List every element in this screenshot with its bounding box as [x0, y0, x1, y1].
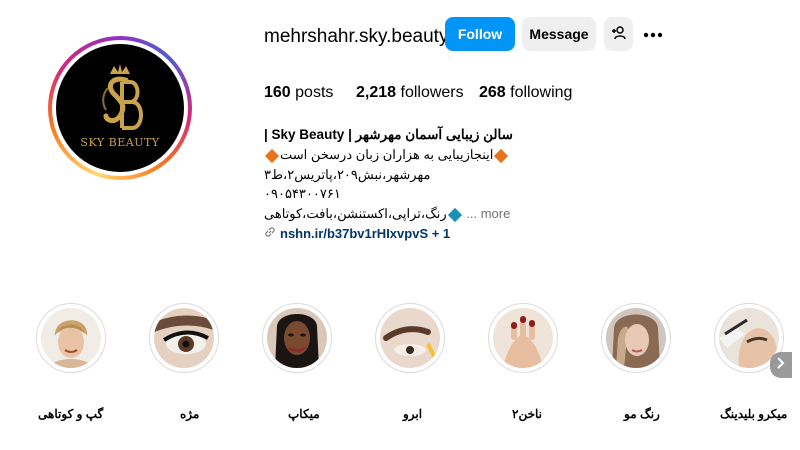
profile-full-name: سالن زیبایی آسمان مهرشهر | Sky Beauty | [264, 127, 513, 142]
highlight-label: ناخن۲ [512, 407, 543, 421]
chevron-right-icon [777, 356, 785, 374]
add-user-icon [611, 25, 627, 44]
following-count: 268 [479, 84, 506, 101]
highlight-cover-image [41, 308, 101, 368]
highlights-next-button[interactable] [770, 352, 792, 378]
highlight-makeup[interactable] [262, 303, 336, 373]
bio-line-1: اینجازیبایی به هزاران زبان درسخن است [264, 147, 509, 163]
bio-line-1-text: اینجازیبایی به هزاران زبان درسخن است [280, 147, 494, 162]
sky-beauty-logo [102, 64, 143, 130]
bio-line-4-text: رنگ،تراپی،اکستنشن،بافت،کوتاهی [264, 206, 447, 221]
profile-avatar-ring[interactable]: SKY BEAUTY [48, 36, 192, 180]
logo-text: SKY BEAUTY [80, 136, 160, 149]
orange-diamond-icon [494, 148, 509, 163]
highlight-brows[interactable] [375, 303, 449, 373]
bio-line-3: ۰۹۰۵۴۳۰۰۷۶۱ [264, 186, 341, 201]
highlight-ring [601, 303, 671, 373]
highlight-label: مژه [180, 407, 200, 421]
bio-line-4: رنگ،تراپی،اکستنشن،بافت،کوتاهی ... more [264, 206, 510, 222]
highlight-ring [375, 303, 445, 373]
highlight-ring [36, 303, 106, 373]
highlight-hair-color[interactable] [601, 303, 675, 373]
followers-count: 2,218 [356, 84, 397, 101]
bio-external-link[interactable]: nshn.ir/b37bv1rHIxvpvS + 1 [264, 226, 450, 241]
highlight-cover-image [606, 308, 666, 368]
orange-diamond-icon [264, 148, 280, 163]
highlight-label: میکرو بلیدینگ [720, 407, 788, 421]
highlight-label: گپ و کوتاهی [38, 407, 104, 421]
suggest-users-button[interactable] [604, 17, 633, 51]
highlight-cover-image [380, 308, 440, 368]
highlight-wig-haircut[interactable] [36, 303, 110, 373]
highlight-ring [488, 303, 558, 373]
highlight-ring [262, 303, 332, 373]
highlight-cover-image [493, 308, 553, 368]
following-stat[interactable]: 268 following [479, 84, 572, 102]
posts-count: 160 [264, 84, 291, 101]
follow-button[interactable]: Follow [445, 17, 515, 51]
highlight-label: ابرو [403, 407, 423, 421]
bio-line-2: مهرشهر،نبش۲۰۹،پاتریس۲،ط۳ [264, 167, 431, 182]
profile-avatar[interactable]: SKY BEAUTY [56, 44, 184, 172]
profile-username: mehrshahr.sky.beauty [264, 26, 449, 47]
message-button[interactable]: Message [522, 17, 596, 51]
more-options-button[interactable] [640, 22, 666, 46]
followers-stat[interactable]: 2,218 followers [356, 84, 464, 102]
bio-link-text[interactable]: nshn.ir/b37bv1rHIxvpvS + 1 [280, 226, 450, 241]
highlight-cover-image [267, 308, 327, 368]
bio-more-link[interactable]: ... more [466, 206, 510, 221]
blue-diamond-icon [447, 207, 462, 222]
link-icon [264, 226, 276, 241]
following-label: following [510, 84, 573, 101]
posts-label: posts [295, 84, 334, 101]
posts-stat: 160 posts [264, 84, 333, 102]
more-options-icon [643, 25, 663, 43]
highlight-ring [149, 303, 219, 373]
highlight-label: رنگ مو [624, 407, 660, 421]
highlight-nails[interactable] [488, 303, 562, 373]
followers-label: followers [400, 84, 464, 101]
highlight-lashes[interactable] [149, 303, 223, 373]
highlight-label: میکاپ [288, 407, 320, 421]
highlight-cover-image [154, 308, 214, 368]
